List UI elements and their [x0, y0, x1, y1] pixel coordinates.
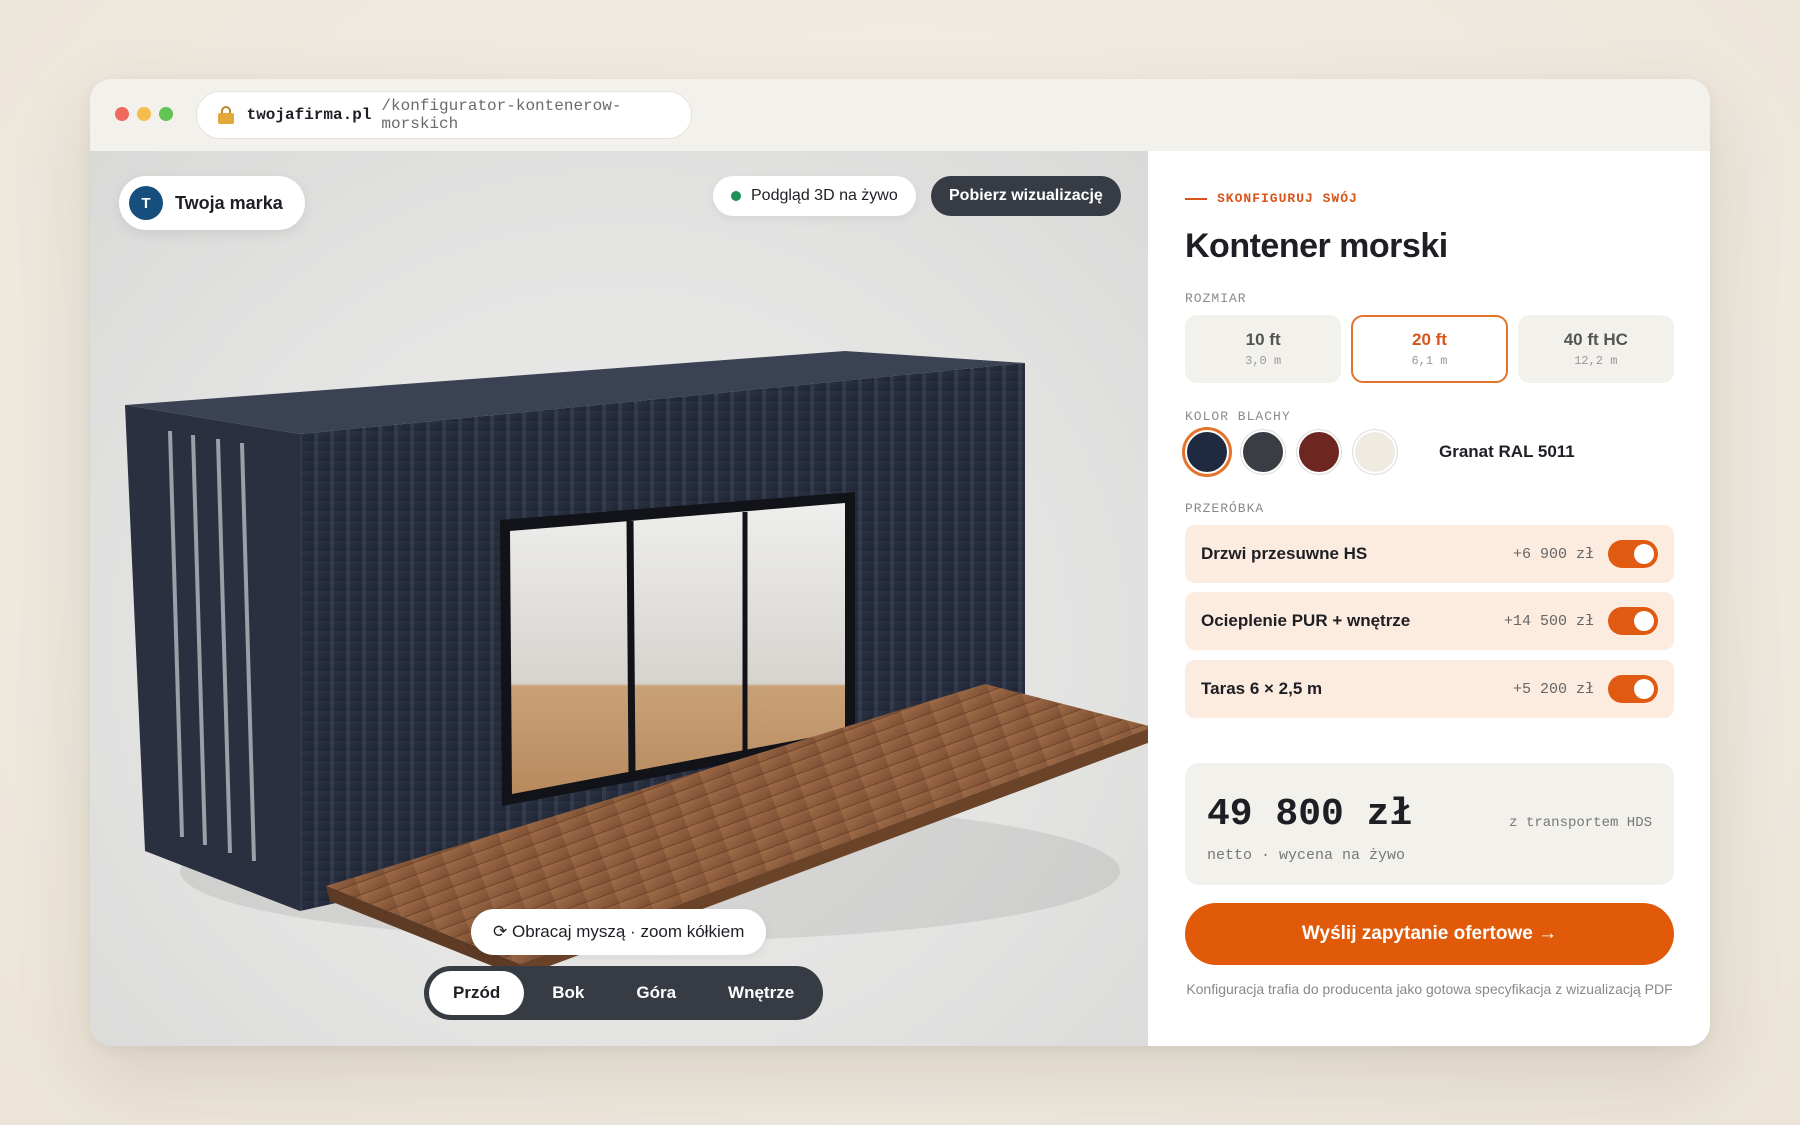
- total-price: 49 800 zł: [1207, 793, 1413, 836]
- browser-window: twojafirma.pl /konfigurator-kontenerow-m…: [90, 79, 1710, 1046]
- option-price: +14 500 zł: [1503, 612, 1594, 630]
- brand-badge[interactable]: T Twoja marka: [119, 176, 305, 230]
- download-visualization-button[interactable]: Pobierz wizualizację: [931, 176, 1121, 216]
- size-name: 20 ft: [1412, 330, 1447, 349]
- tab-side[interactable]: Bok: [528, 971, 608, 1015]
- size-option-20ft[interactable]: 20 ft 6,1 m: [1351, 315, 1508, 383]
- size-length: 6,1 m: [1411, 354, 1448, 368]
- option-sliding-door[interactable]: Drzwi przesuwne HS +6 900 zł: [1185, 525, 1674, 583]
- footnote: Konfiguracja trafia do producenta jako g…: [1186, 981, 1673, 997]
- url-domain: twojafirma.pl: [246, 106, 372, 124]
- toggle-knob: [1634, 544, 1654, 564]
- toggle-switch[interactable]: [1608, 675, 1658, 703]
- size-length: 3,0 m: [1245, 354, 1282, 368]
- toggle-switch[interactable]: [1608, 607, 1658, 635]
- tab-top[interactable]: Góra: [612, 971, 700, 1015]
- option-price: +5 200 zł: [1512, 680, 1594, 698]
- live-status-icon: [731, 191, 741, 201]
- price-subtitle: netto · wycena na żywo: [1207, 847, 1406, 864]
- size-name: 40 ft HC: [1563, 330, 1628, 349]
- option-label: Drzwi przesuwne HS: [1201, 544, 1368, 563]
- browser-titlebar: twojafirma.pl /konfigurator-kontenerow-m…: [90, 79, 1710, 151]
- swatch-navy[interactable]: [1185, 430, 1229, 474]
- address-bar[interactable]: twojafirma.pl /konfigurator-kontenerow-m…: [196, 91, 692, 139]
- option-price: +6 900 zł: [1512, 545, 1594, 563]
- view-switcher: Przód Bok Góra Wnętrze: [424, 966, 824, 1020]
- live-preview-label: Podgląd 3D na żywo: [751, 187, 898, 204]
- size-options: 10 ft 3,0 m 20 ft 6,1 m 40 ft HC 12,2 m: [1185, 315, 1674, 383]
- url-path: /konfigurator-kontenerow-morskich: [381, 97, 622, 133]
- brand-avatar: T: [129, 186, 163, 220]
- maximize-window-icon[interactable]: [159, 107, 173, 121]
- page-title: Kontener morski: [1185, 227, 1448, 265]
- swatch-cream[interactable]: [1353, 430, 1397, 474]
- lock-icon: [217, 106, 235, 124]
- option-terrace[interactable]: Taras 6 × 2,5 m +5 200 zł: [1185, 660, 1674, 718]
- toggle-knob: [1634, 611, 1654, 631]
- option-label: Ocieplenie PUR + wnętrze: [1201, 611, 1411, 630]
- price-summary: 49 800 zł z transportem HDS netto · wyce…: [1185, 763, 1674, 885]
- 3d-viewer[interactable]: T Twoja marka Podgląd 3D na żywo Pobierz…: [90, 151, 1148, 1046]
- conversion-section-label: PRZERÓBKA: [1185, 501, 1265, 516]
- toggle-knob: [1634, 679, 1654, 699]
- size-section-label: ROZMIAR: [1185, 291, 1247, 306]
- tab-interior[interactable]: Wnętrze: [704, 971, 818, 1015]
- size-option-10ft[interactable]: 10 ft 3,0 m: [1185, 315, 1342, 383]
- eyebrow-line: [1185, 197, 1207, 200]
- config-panel: SKONFIGURUJ SWÓJ Kontener morski ROZMIAR…: [1148, 151, 1710, 1046]
- send-quote-request-button[interactable]: Wyślij zapytanie ofertowe →: [1185, 903, 1674, 965]
- swatch-graphite[interactable]: [1241, 430, 1285, 474]
- swatch-oxide-red[interactable]: [1297, 430, 1341, 474]
- eyebrow: SKONFIGURUJ SWÓJ: [1185, 191, 1358, 206]
- toggle-switch[interactable]: [1608, 540, 1658, 568]
- size-name: 10 ft: [1245, 330, 1281, 349]
- selected-color-name: Granat RAL 5011: [1439, 442, 1575, 461]
- live-preview-badge: Podgląd 3D na żywo: [713, 176, 916, 216]
- eyebrow-text: SKONFIGURUJ SWÓJ: [1217, 191, 1358, 206]
- tab-front[interactable]: Przód: [429, 971, 525, 1015]
- option-insulation[interactable]: Ocieplenie PUR + wnętrze +14 500 zł: [1185, 592, 1674, 650]
- minimize-window-icon[interactable]: [137, 107, 151, 121]
- size-length: 12,2 m: [1574, 354, 1618, 368]
- price-note: z transportem HDS: [1509, 815, 1652, 831]
- rotate-zoom-hint: ⟳ Obracaj myszą · zoom kółkiem: [471, 909, 767, 955]
- size-option-40ft-hc[interactable]: 40 ft HC 12,2 m: [1517, 315, 1674, 383]
- color-section-label: KOLOR BLACHY: [1185, 409, 1291, 424]
- close-window-icon[interactable]: [115, 107, 129, 121]
- option-label: Taras 6 × 2,5 m: [1201, 679, 1323, 698]
- brand-name: Twoja marka: [175, 192, 283, 213]
- color-swatches: Granat RAL 5011: [1185, 430, 1575, 474]
